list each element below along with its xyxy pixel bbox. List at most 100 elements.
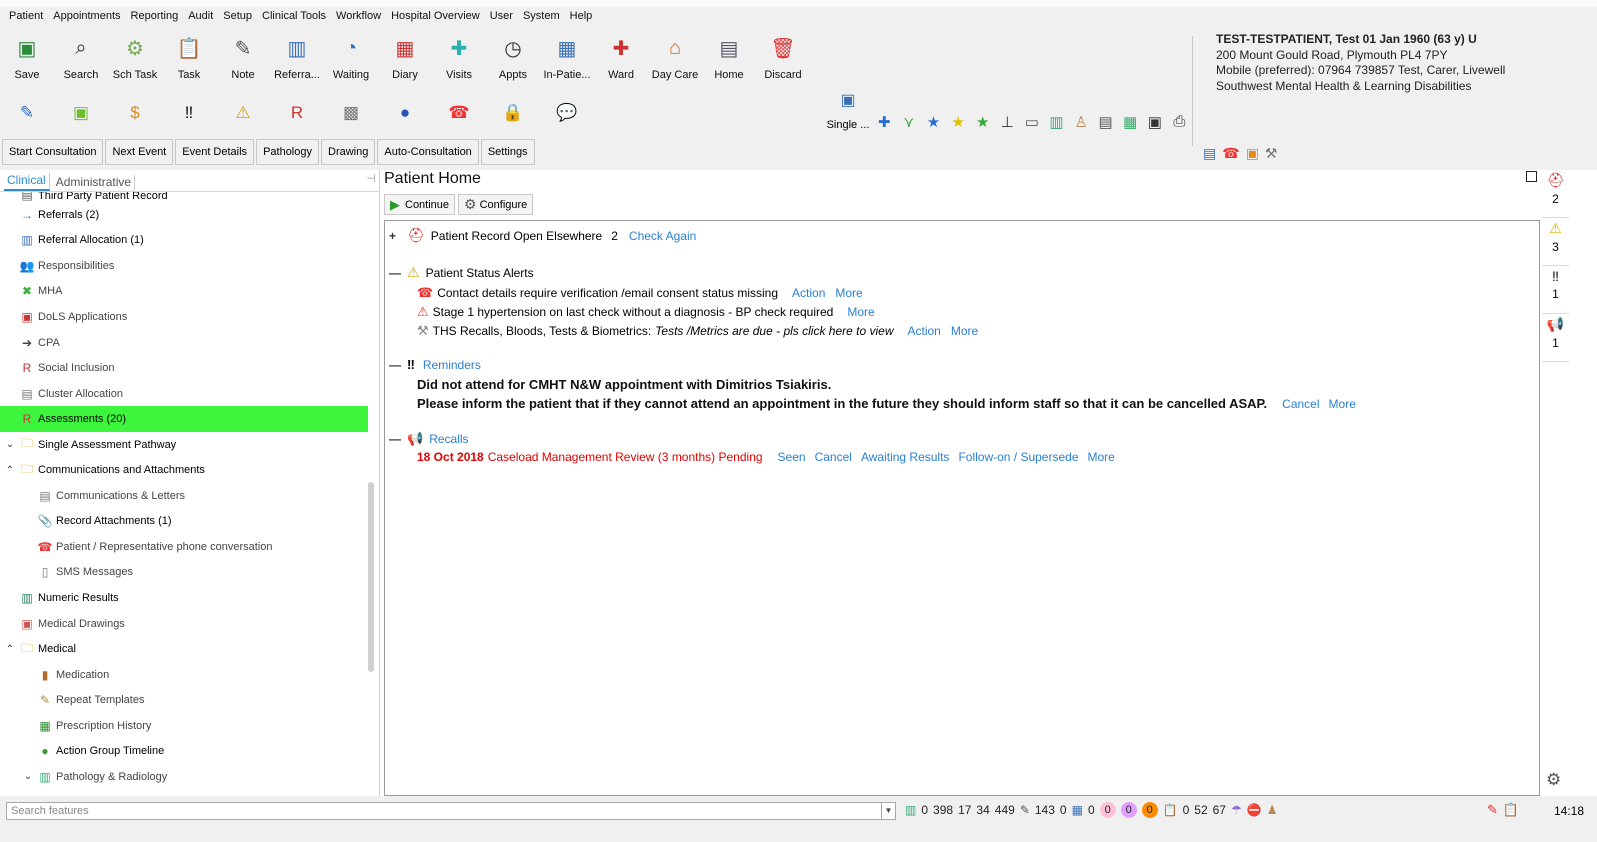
tree-item-patient-representative-phone-conversation[interactable]: ☎ Patient / Representative phone conversa… (0, 534, 368, 560)
tree-item-record-attachments-1[interactable]: 📎 Record Attachments (1) (0, 509, 368, 535)
medical-bag-icon[interactable]: ✚ (872, 113, 897, 131)
no-entry-icon[interactable]: ⛔ (1247, 803, 1262, 817)
drawing-button[interactable]: Drawing (321, 139, 376, 165)
tab-clinical[interactable]: Clinical (4, 173, 50, 191)
tree-item-numeric-results[interactable]: ▥ Numeric Results (0, 585, 368, 611)
calendar-icon[interactable]: ▦ (1072, 803, 1083, 817)
tree-item-responsibilities[interactable]: 👥 Responsibilities (0, 253, 368, 279)
form-r-icon[interactable]: R (270, 93, 324, 133)
tree-item-cluster-allocation[interactable]: ▤ Cluster Allocation (0, 381, 368, 407)
recalls-title[interactable]: Recalls (429, 432, 468, 446)
document-icon[interactable]: $ (108, 93, 162, 133)
edit-off-icon[interactable]: ✎ (1487, 802, 1498, 818)
tree-item-sms-messages[interactable]: ▯ SMS Messages (0, 560, 368, 586)
bar-chart-icon[interactable]: ▥ (1044, 113, 1069, 131)
settings-gear-icon[interactable]: ⚙ (1546, 770, 1561, 790)
recall-follow-on-supersede-link[interactable]: Follow-on / Supersede (958, 450, 1078, 464)
ward-button[interactable]: ✚ Ward (594, 33, 648, 85)
expand-arrow-icon[interactable]: ⌃ (2, 644, 18, 655)
status-badge[interactable]: 0 (1099, 802, 1116, 818)
blue-circle-icon[interactable]: ● (378, 93, 432, 133)
edit-icon[interactable]: ✎ (1020, 803, 1030, 817)
clipboard-icon[interactable]: 📋 (1163, 803, 1178, 817)
alert-more-link[interactable]: More (847, 305, 874, 319)
folder-icon[interactable]: ▦ (1118, 113, 1143, 131)
green-star-icon[interactable]: ★ (970, 113, 995, 131)
weather-icon[interactable]: ☂ (1231, 803, 1242, 817)
notes-icon[interactable]: ▤ (1093, 113, 1118, 131)
tree-item-cpa[interactable]: ➔ CPA (0, 330, 368, 356)
status-badge[interactable]: 0 (1141, 802, 1158, 818)
tree-item-social-inclusion[interactable]: R Social Inclusion (0, 355, 368, 381)
referra-button[interactable]: ▥ Referra... (270, 33, 324, 85)
alert-text[interactable]: Contact details require verification /em… (437, 286, 778, 300)
recall-more-link[interactable]: More (1088, 450, 1115, 464)
reminders-title[interactable]: Reminders (423, 358, 481, 372)
tree-scrollbar[interactable] (368, 482, 374, 672)
tools-icon[interactable]: ⚒ (1265, 145, 1278, 162)
menu-reporting[interactable]: Reporting (126, 10, 184, 22)
tree-item-assessments-20[interactable]: R Assessments (20) (0, 406, 368, 432)
window-restore-icon[interactable] (1526, 171, 1537, 182)
tree-item-mha[interactable]: ✖ MHA (0, 279, 368, 305)
menu-system[interactable]: System (518, 10, 565, 22)
tree-item-pathology-radiology[interactable]: ⌄ ▥ Pathology & Radiology (0, 764, 368, 790)
phone-icon[interactable]: ☎ (1222, 145, 1239, 162)
menu-hospital-overview[interactable]: Hospital Overview (386, 10, 485, 22)
waiting-button[interactable]: ◔ Waiting (324, 33, 378, 85)
alert-action-link[interactable]: Action (907, 324, 940, 338)
menu-patient[interactable]: Patient (4, 10, 48, 22)
task-button[interactable]: 📋 Task (162, 33, 216, 85)
tree-item-action-group-timeline[interactable]: ● Action Group Timeline (0, 738, 368, 764)
alert-text[interactable]: THS Recalls, Bloods, Tests & Biometrics: (433, 324, 652, 338)
print-preview-icon[interactable]: ▣ (1143, 113, 1168, 131)
alert-more-link[interactable]: More (835, 286, 862, 300)
search-button[interactable]: ⌕ Search (54, 33, 108, 85)
clipboard-icon[interactable]: 📋 (1503, 802, 1519, 818)
sidebar-alert-item[interactable]: ⛑ 2 (1542, 170, 1569, 218)
start-consultation-button[interactable]: Start Consultation (2, 139, 104, 165)
diary-button[interactable]: ▦ Diary (378, 33, 432, 85)
configure-button[interactable]: ⚙ Configure (458, 194, 534, 215)
note-button[interactable]: ✎ Note (216, 33, 270, 85)
in-patie-button[interactable]: ▦ In-Patie... (540, 33, 594, 85)
tree-item-communications-letters[interactable]: ▤ Communications & Letters (0, 483, 368, 509)
dropdown-arrow-icon[interactable]: ▼ (881, 803, 895, 819)
expand-toggle[interactable]: + (389, 229, 401, 243)
alert-more-link[interactable]: More (951, 324, 978, 338)
lock-icon[interactable]: 🔒 (486, 93, 540, 133)
grid-icon[interactable]: ▩ (324, 93, 378, 133)
expand-arrow-icon[interactable]: ⌄ (2, 439, 18, 450)
tree-item-referrals-2[interactable]: → Referrals (2) (0, 202, 368, 228)
continue-button[interactable]: ▶ Continue (384, 194, 456, 215)
expand-arrow-icon[interactable]: ⌄ (20, 771, 36, 782)
tree-item-third-party-patient-record[interactable]: ▤ Third Party Patient Record (0, 192, 368, 202)
tree-item-medication[interactable]: ▮ Medication (0, 662, 368, 688)
summary-icon[interactable]: ▤ (1203, 145, 1216, 162)
phone-icon[interactable]: ☎ (432, 93, 486, 133)
warning-person-icon[interactable]: ⚠ (216, 93, 270, 133)
tree-item-repeat-templates[interactable]: ✎ Repeat Templates (0, 687, 368, 713)
recall-cancel-link[interactable]: Cancel (815, 450, 852, 464)
recall-awaiting-results-link[interactable]: Awaiting Results (861, 450, 950, 464)
tree-item-referral-allocation-1[interactable]: ▥ Referral Allocation (1) (0, 228, 368, 254)
collapse-toggle[interactable]: — (389, 266, 401, 280)
sidebar-alert-item[interactable]: ⚠ 3 (1542, 218, 1569, 266)
discard-button[interactable]: 🗑 Discard (756, 33, 810, 85)
tab-administrative[interactable]: Administrative (53, 175, 136, 191)
menu-clinical-tools[interactable]: Clinical Tools (257, 10, 331, 22)
edit-user-icon[interactable]: ✎ (0, 93, 54, 133)
alert-italic-text[interactable]: Tests /Metrics are due - pls click here … (655, 324, 893, 338)
home-button[interactable]: ▤ Home (702, 33, 756, 85)
check-again-link[interactable]: Check Again (629, 229, 696, 243)
tree-item-medical-drawings[interactable]: ▣ Medical Drawings (0, 611, 368, 637)
reminders-icon[interactable]: ‼ (162, 93, 216, 133)
person-icon[interactable]: ♟ (1267, 803, 1278, 817)
alert-text[interactable]: Stage 1 hypertension on last check witho… (433, 305, 834, 319)
recall-seen-link[interactable]: Seen (778, 450, 806, 464)
pathology-button[interactable]: Pathology (256, 139, 319, 165)
menu-audit[interactable]: Audit (183, 10, 218, 22)
alert-action-link[interactable]: Action (792, 286, 825, 300)
assessment-icon[interactable]: ▣ (54, 93, 108, 133)
tree-item-single-assessment-pathway[interactable]: ⌄ 🗀 Single Assessment Pathway (0, 432, 368, 458)
